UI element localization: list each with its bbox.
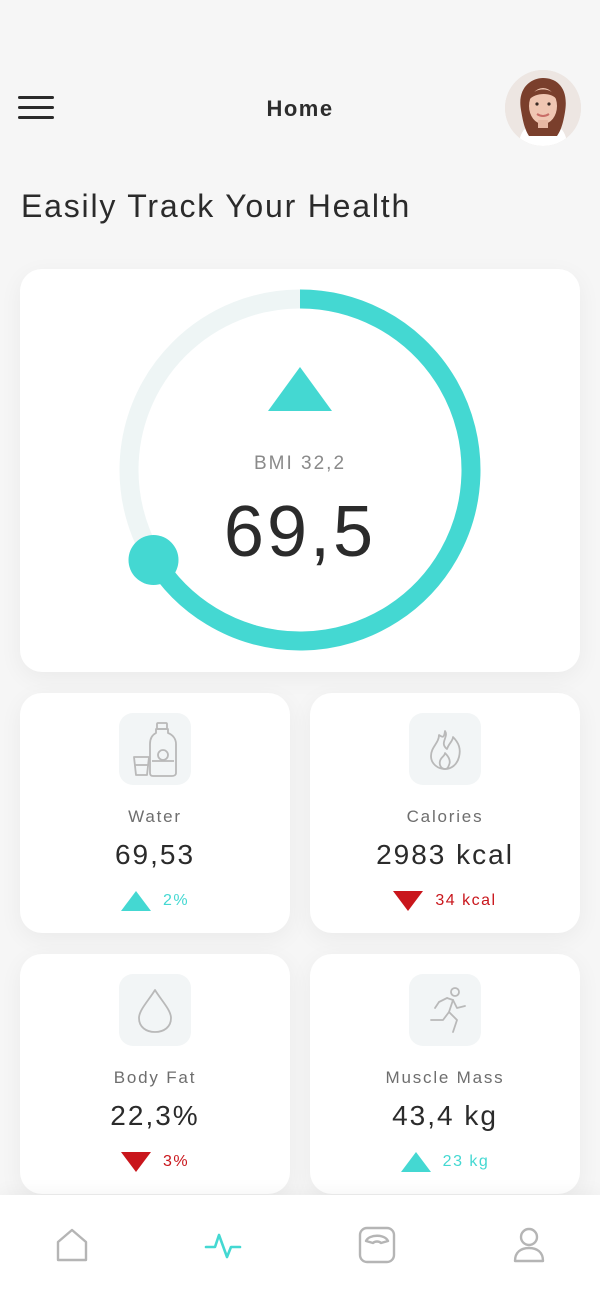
droplet-icon <box>119 974 191 1046</box>
stat-label: Water <box>128 807 182 826</box>
trend-down-icon <box>393 891 424 911</box>
nav-scale-icon[interactable] <box>357 1225 397 1265</box>
avatar[interactable] <box>505 70 581 146</box>
stat-value: 2983 kcal <box>376 839 514 870</box>
weight-card[interactable]: BMI 32,2 69,5 <box>20 269 580 672</box>
change-value: 3% <box>162 1153 190 1171</box>
headline: Easily Track Your Health <box>21 188 412 224</box>
trend-up-icon <box>120 891 151 911</box>
trend-up-icon <box>400 1152 431 1172</box>
stat-change: 2% <box>20 891 290 911</box>
nav-home-icon[interactable] <box>52 1225 92 1265</box>
trend-down-icon <box>120 1152 151 1172</box>
stat-value: 22,3% <box>110 1100 200 1131</box>
calories-card[interactable]: Calories 2983 kcal 34 kcal <box>310 693 580 933</box>
change-value: 23 kg <box>442 1153 490 1171</box>
stat-value: 43,4 kg <box>392 1100 498 1131</box>
running-person-icon <box>409 974 481 1046</box>
stat-value: 69,53 <box>114 839 196 870</box>
trend-up-icon <box>268 367 332 411</box>
nav-activity-pulse-icon[interactable] <box>203 1225 243 1265</box>
stat-label: Body Fat <box>113 1068 197 1087</box>
bmi-label: BMI 32,2 <box>253 453 347 474</box>
muscle-mass-card[interactable]: Muscle Mass 43,4 kg 23 kg <box>310 954 580 1194</box>
stat-label: Muscle Mass <box>385 1068 505 1087</box>
flame-icon <box>409 713 481 785</box>
stat-change: 34 kcal <box>310 891 580 911</box>
bottom-nav <box>0 1195 600 1299</box>
weight-value: 69,5 <box>223 492 377 572</box>
change-value: 2% <box>162 892 190 910</box>
change-value: 34 kcal <box>435 892 497 910</box>
water-bottle-icon <box>119 713 191 785</box>
app-header: Home <box>0 60 600 156</box>
body-fat-card[interactable]: Body Fat 22,3% 3% <box>20 954 290 1194</box>
water-card[interactable]: Water 69,53 2% <box>20 693 290 933</box>
stat-change: 23 kg <box>310 1152 580 1172</box>
stat-change: 3% <box>20 1152 290 1172</box>
nav-profile-icon[interactable] <box>509 1225 549 1265</box>
stat-label: Calories <box>406 807 484 826</box>
